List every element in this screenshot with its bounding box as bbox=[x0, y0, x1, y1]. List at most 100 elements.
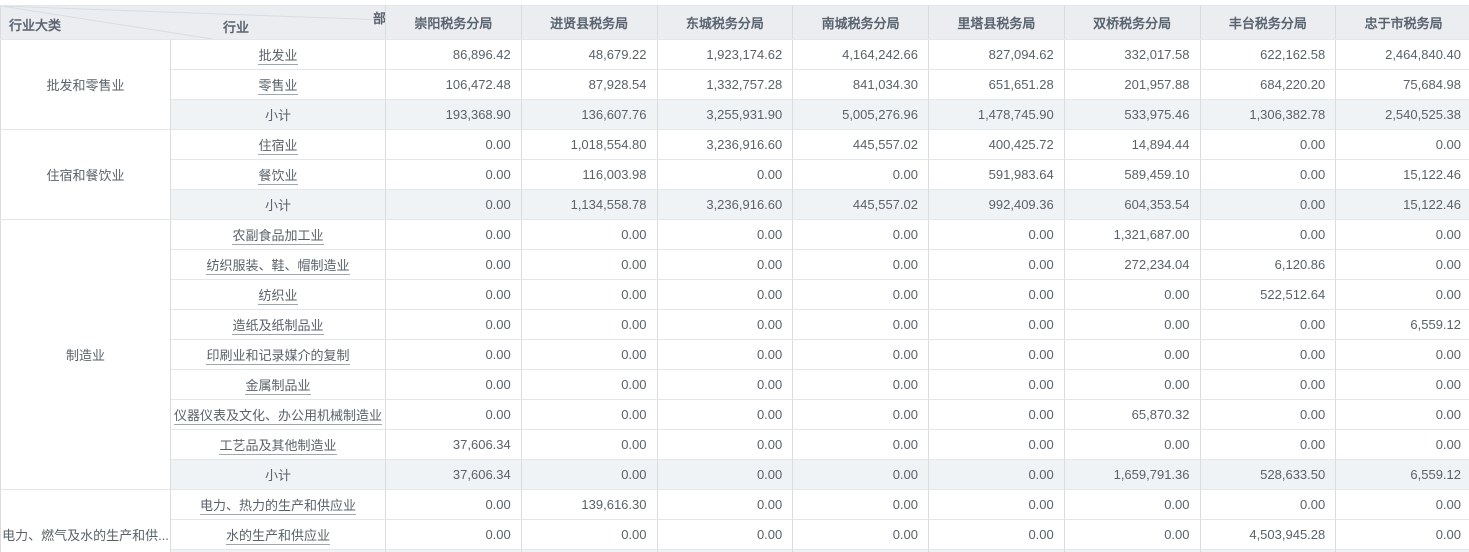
value-cell: 0.00 bbox=[386, 370, 522, 400]
row-label-link[interactable]: 金属制品业 bbox=[245, 378, 310, 395]
value-cell: 0.00 bbox=[521, 310, 657, 340]
row-label-cell[interactable]: 零售业 bbox=[171, 70, 386, 100]
row-label-cell[interactable]: 印刷业和记录媒介的复制 bbox=[171, 340, 386, 370]
value-cell: 0.00 bbox=[793, 250, 929, 280]
column-header: 东城税务分局 bbox=[657, 6, 793, 40]
row-label-cell[interactable]: 电力、热力的生产和供应业 bbox=[171, 490, 386, 520]
row-label-cell[interactable]: 纺织业 bbox=[171, 280, 386, 310]
row-label-cell[interactable]: 餐饮业 bbox=[171, 160, 386, 190]
row-label-cell: 小计 bbox=[171, 190, 386, 220]
value-cell: 0.00 bbox=[1200, 340, 1336, 370]
value-cell: 0.00 bbox=[793, 280, 929, 310]
value-cell: 0.00 bbox=[793, 430, 929, 460]
value-cell: 0.00 bbox=[793, 370, 929, 400]
row-label-link[interactable]: 餐饮业 bbox=[258, 168, 297, 185]
row-label-cell[interactable]: 水的生产和供应业 bbox=[171, 520, 386, 550]
value-cell: 0.00 bbox=[521, 280, 657, 310]
row-label-cell: 小计 bbox=[171, 100, 386, 130]
value-cell: 139,616.30 bbox=[521, 490, 657, 520]
row-label-cell: 小计 bbox=[171, 460, 386, 490]
row-label-link[interactable]: 仪器仪表及文化、办公用机械制造业 bbox=[174, 408, 382, 425]
value-cell: 0.00 bbox=[793, 310, 929, 340]
value-cell: 0.00 bbox=[929, 370, 1065, 400]
row-label-cell[interactable]: 工艺品及其他制造业 bbox=[171, 430, 386, 460]
value-cell: 0.00 bbox=[1336, 250, 1469, 280]
value-cell: 6,120.86 bbox=[1200, 250, 1336, 280]
value-cell: 0.00 bbox=[1064, 340, 1200, 370]
value-cell: 0.00 bbox=[521, 250, 657, 280]
value-cell: 0.00 bbox=[1336, 370, 1469, 400]
subtotal-label: 小计 bbox=[265, 468, 291, 483]
value-cell: 0.00 bbox=[1336, 340, 1469, 370]
row-label-cell[interactable]: 金属制品业 bbox=[171, 370, 386, 400]
row-label-cell[interactable]: 纺织服装、鞋、帽制造业 bbox=[171, 250, 386, 280]
table-row: 小计193,368.90136,607.763,255,931.905,005,… bbox=[1, 100, 1469, 130]
value-cell: 0.00 bbox=[1200, 430, 1336, 460]
value-cell: 0.00 bbox=[386, 190, 522, 220]
value-cell: 3,236,916.60 bbox=[657, 130, 793, 160]
row-label-cell[interactable]: 住宿业 bbox=[171, 130, 386, 160]
value-cell: 0.00 bbox=[657, 160, 793, 190]
value-cell: 201,957.88 bbox=[1064, 70, 1200, 100]
value-cell: 6,559.12 bbox=[1336, 460, 1469, 490]
value-cell: 3,236,916.60 bbox=[657, 190, 793, 220]
value-cell: 0.00 bbox=[1336, 220, 1469, 250]
value-cell: 0.00 bbox=[521, 520, 657, 550]
value-cell: 0.00 bbox=[657, 340, 793, 370]
value-cell: 0.00 bbox=[793, 160, 929, 190]
row-label-link[interactable]: 水的生产和供应业 bbox=[226, 528, 330, 545]
value-cell: 3,255,931.90 bbox=[657, 100, 793, 130]
diagonal-header-inner: 行业大类 行业 部门 bbox=[1, 6, 385, 39]
value-cell: 400,425.72 bbox=[929, 130, 1065, 160]
value-cell: 4,164,242.66 bbox=[793, 40, 929, 70]
value-cell: 0.00 bbox=[1064, 430, 1200, 460]
table-row: 造纸及纸制品业0.000.000.000.000.000.000.006,559… bbox=[1, 310, 1469, 340]
value-cell: 0.00 bbox=[386, 160, 522, 190]
value-cell: 87,928.54 bbox=[521, 70, 657, 100]
row-label-link[interactable]: 零售业 bbox=[258, 78, 297, 95]
row-label-link[interactable]: 印刷业和记录媒介的复制 bbox=[206, 348, 349, 365]
value-cell: 0.00 bbox=[1200, 400, 1336, 430]
value-cell: 1,018,554.80 bbox=[521, 130, 657, 160]
row-label-cell[interactable]: 农副食品加工业 bbox=[171, 220, 386, 250]
value-cell: 528,633.50 bbox=[1200, 460, 1336, 490]
row-label-link[interactable]: 电力、热力的生产和供应业 bbox=[200, 498, 356, 515]
row-label-link[interactable]: 住宿业 bbox=[258, 138, 297, 155]
value-cell: 0.00 bbox=[1200, 220, 1336, 250]
row-label-link[interactable]: 纺织业 bbox=[258, 288, 297, 305]
table-row: 纺织业0.000.000.000.000.000.00522,512.640.0… bbox=[1, 280, 1469, 310]
row-label-link[interactable]: 农副食品加工业 bbox=[232, 228, 323, 245]
value-cell: 0.00 bbox=[1336, 280, 1469, 310]
value-cell: 0.00 bbox=[929, 340, 1065, 370]
row-label-link[interactable]: 批发业 bbox=[258, 48, 297, 65]
value-cell: 0.00 bbox=[657, 400, 793, 430]
group-cell: 住宿和餐饮业 bbox=[1, 130, 171, 220]
value-cell: 445,557.02 bbox=[793, 130, 929, 160]
table-row: 电力、燃气及水的生产和供...电力、热力的生产和供应业0.00139,616.3… bbox=[1, 490, 1469, 520]
value-cell: 0.00 bbox=[386, 130, 522, 160]
row-label-link[interactable]: 纺织服装、鞋、帽制造业 bbox=[206, 258, 349, 275]
value-cell: 1,321,687.00 bbox=[1064, 220, 1200, 250]
value-cell: 272,234.04 bbox=[1064, 250, 1200, 280]
row-label-cell[interactable]: 造纸及纸制品业 bbox=[171, 310, 386, 340]
value-cell: 827,094.62 bbox=[929, 40, 1065, 70]
value-cell: 0.00 bbox=[929, 430, 1065, 460]
row-label-link[interactable]: 工艺品及其他制造业 bbox=[219, 438, 336, 455]
row-label-link[interactable]: 造纸及纸制品业 bbox=[232, 318, 323, 335]
value-cell: 0.00 bbox=[1336, 400, 1469, 430]
value-cell: 0.00 bbox=[1336, 130, 1469, 160]
table-row: 批发和零售业批发业86,896.4248,679.221,923,174.624… bbox=[1, 40, 1469, 70]
table-row: 住宿和餐饮业住宿业0.001,018,554.803,236,916.60445… bbox=[1, 130, 1469, 160]
value-cell: 589,459.10 bbox=[1064, 160, 1200, 190]
row-subaxis-label: 行业 bbox=[223, 17, 249, 36]
value-cell: 0.00 bbox=[1336, 430, 1469, 460]
table-row: 餐饮业0.00116,003.980.000.00591,983.64589,4… bbox=[1, 160, 1469, 190]
value-cell: 0.00 bbox=[521, 430, 657, 460]
row-label-cell[interactable]: 批发业 bbox=[171, 40, 386, 70]
row-label-cell[interactable]: 仪器仪表及文化、办公用机械制造业 bbox=[171, 400, 386, 430]
header-row: 行业大类 行业 部门 崇阳税务分局 进贤县税务局 东城税务分局 南城税务分局 里… bbox=[1, 6, 1469, 40]
group-cell: 电力、燃气及水的生产和供... bbox=[1, 490, 171, 552]
value-cell: 0.00 bbox=[793, 520, 929, 550]
value-cell: 0.00 bbox=[793, 340, 929, 370]
column-header: 双桥税务分局 bbox=[1064, 6, 1200, 40]
